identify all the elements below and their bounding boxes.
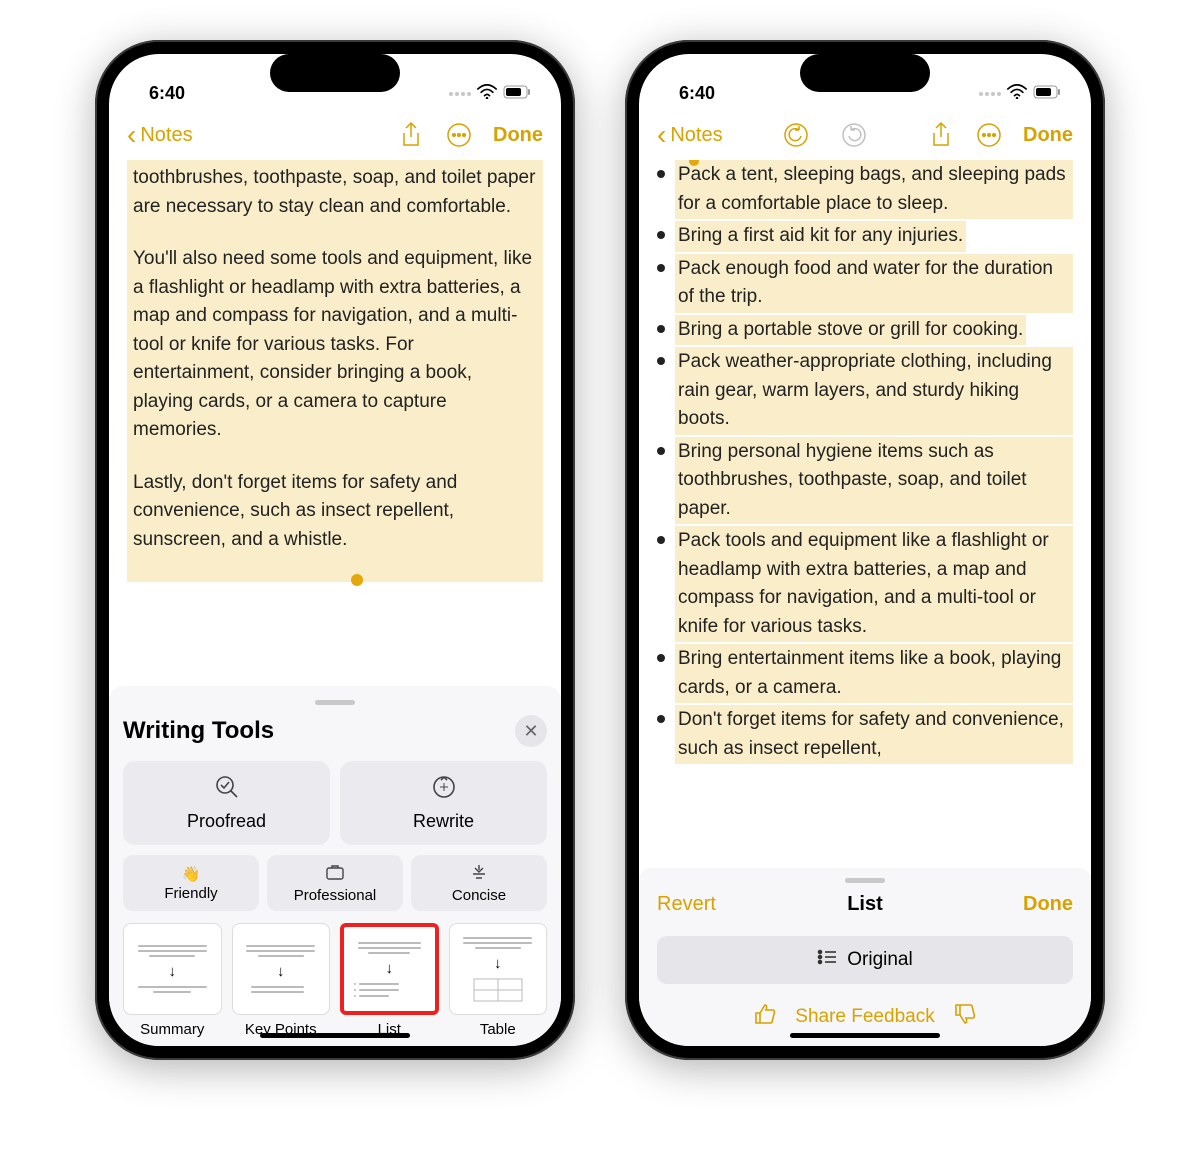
professional-button[interactable]: Professional <box>267 855 403 911</box>
magnifier-check-icon <box>214 774 240 805</box>
thumbs-up-icon[interactable] <box>753 1002 777 1032</box>
note-paragraph: toothbrushes, toothpaste, soap, and toil… <box>133 164 537 221</box>
status-time: 6:40 <box>149 83 185 104</box>
proofread-label: Proofread <box>187 811 266 832</box>
nav-bar: ‹ Notes Done <box>639 110 1091 160</box>
briefcase-icon <box>325 863 345 885</box>
done-button[interactable]: Done <box>493 124 543 147</box>
status-time: 6:40 <box>679 83 715 104</box>
back-button[interactable]: ‹ Notes <box>127 119 193 151</box>
battery-icon <box>503 83 531 104</box>
undo-button[interactable] <box>782 121 810 149</box>
done-button[interactable]: Done <box>1023 124 1073 147</box>
back-label: Notes <box>140 124 192 147</box>
arrow-down-icon: ↓ <box>494 955 502 972</box>
note-paragraph: Lastly, don't forget items for safety an… <box>133 469 537 555</box>
panel-grabber[interactable] <box>315 700 355 705</box>
share-icon[interactable] <box>397 121 425 149</box>
rewrite-label: Rewrite <box>413 811 474 832</box>
list-item: Don't forget items for safety and conven… <box>657 705 1073 764</box>
dynamic-island <box>800 54 930 92</box>
rewrite-button[interactable]: Rewrite <box>340 761 547 845</box>
list-item: Bring a portable stove or grill for cook… <box>657 315 1073 346</box>
list-item: Bring personal hygiene items such as too… <box>657 437 1073 525</box>
more-icon[interactable] <box>975 121 1003 149</box>
wifi-icon <box>1007 83 1027 104</box>
note-content[interactable]: toothbrushes, toothpaste, soap, and toil… <box>109 160 561 686</box>
original-button[interactable]: Original <box>657 936 1073 984</box>
back-label: Notes <box>670 124 722 147</box>
list-item: Bring entertainment items like a book, p… <box>657 644 1073 703</box>
list-item: Pack enough food and water for the durat… <box>657 254 1073 313</box>
panel-title: Writing Tools <box>123 717 274 745</box>
close-icon: ✕ <box>523 721 538 742</box>
home-indicator[interactable] <box>260 1033 410 1038</box>
nav-bar: ‹ Notes Done <box>109 110 561 160</box>
bullet-list: Pack a tent, sleeping bags, and sleeping… <box>657 160 1073 764</box>
arrow-down-icon: ↓ <box>386 960 394 977</box>
chevron-left-icon: ‹ <box>127 119 136 151</box>
concise-icon <box>469 863 489 885</box>
chevron-left-icon: ‹ <box>657 119 666 151</box>
dynamic-island <box>270 54 400 92</box>
list-item: Bring a first aid kit for any injuries. <box>657 221 1073 252</box>
phone-left: 6:40 ‹ Notes <box>95 40 575 1060</box>
redo-button <box>840 121 868 149</box>
table-card[interactable]: ↓ Table <box>449 923 548 1038</box>
home-indicator[interactable] <box>790 1033 940 1038</box>
concise-button[interactable]: Concise <box>411 855 547 911</box>
list-bullet-icon <box>817 948 837 972</box>
summary-card[interactable]: ↓ Summary <box>123 923 222 1038</box>
arrow-down-icon: ↓ <box>169 963 177 980</box>
panel-grabber[interactable] <box>845 878 885 883</box>
rewrite-icon <box>431 774 457 805</box>
share-icon[interactable] <box>927 121 955 149</box>
selection-handle[interactable] <box>351 574 363 586</box>
back-button[interactable]: ‹ Notes <box>657 119 723 151</box>
revert-button[interactable]: Revert <box>657 893 716 916</box>
battery-icon <box>1033 83 1061 104</box>
wifi-icon <box>477 83 497 104</box>
close-button[interactable]: ✕ <box>515 715 547 747</box>
arrow-down-icon: ↓ <box>277 963 285 980</box>
list-item: Pack a tent, sleeping bags, and sleeping… <box>657 160 1073 219</box>
wave-icon: 👋 <box>182 865 201 883</box>
list-item: Pack weather-appropriate clothing, inclu… <box>657 347 1073 435</box>
cellular-icon <box>449 92 471 96</box>
writing-tools-panel: Writing Tools ✕ Proofread Rewrite <box>109 686 561 1046</box>
note-paragraph: You'll also need some tools and equipmen… <box>133 245 537 445</box>
more-icon[interactable] <box>445 121 473 149</box>
list-item: Pack tools and equipment like a flashlig… <box>657 526 1073 642</box>
keypoints-card[interactable]: ↓ Key Points <box>232 923 331 1038</box>
proofread-button[interactable]: Proofread <box>123 761 330 845</box>
friendly-button[interactable]: 👋 Friendly <box>123 855 259 911</box>
result-panel: Revert List Done Original Share Feedback <box>639 868 1091 1046</box>
done-result-button[interactable]: Done <box>1023 893 1073 916</box>
original-label: Original <box>847 949 912 971</box>
thumbs-down-icon[interactable] <box>953 1002 977 1032</box>
note-content[interactable]: Pack a tent, sleeping bags, and sleeping… <box>639 160 1091 868</box>
feedback-label[interactable]: Share Feedback <box>795 1006 934 1028</box>
cellular-icon <box>979 92 1001 96</box>
table-icon <box>473 978 523 1002</box>
result-title: List <box>847 893 883 916</box>
phone-right: 6:40 ‹ Notes <box>625 40 1105 1060</box>
list-card[interactable]: ↓ List <box>340 923 439 1038</box>
